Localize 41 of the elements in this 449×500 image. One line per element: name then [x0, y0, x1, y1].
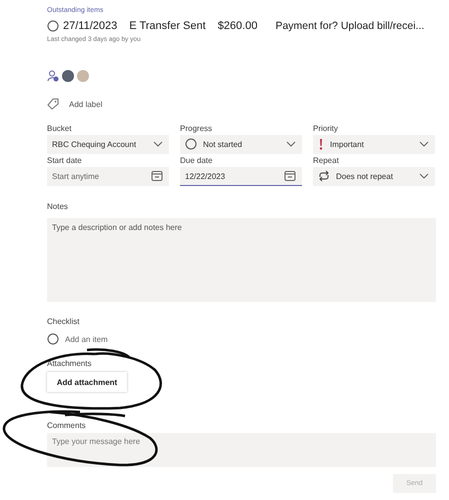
- add-label-button[interactable]: Add label: [47, 98, 107, 110]
- section-label: Notes: [47, 201, 69, 212]
- dropdown[interactable]: Important: [313, 135, 435, 154]
- section-label: Attachments: [47, 358, 92, 369]
- dropdown[interactable]: Not started: [180, 135, 302, 154]
- task-title-text: E Transfer Sent: [129, 20, 206, 32]
- assign-people-icon: [47, 70, 59, 82]
- chevron-down-icon: [419, 141, 429, 147]
- field-label: Repeat: [313, 156, 340, 167]
- task-title-text: 27/11/2023: [63, 20, 118, 32]
- ink-stroke: [64, 412, 126, 418]
- dropdown[interactable]: Does not repeat: [313, 167, 435, 186]
- avatar-placeholder[interactable]: [62, 70, 74, 82]
- task-complete-circle[interactable]: [47, 20, 59, 32]
- field-label: Bucket: [47, 124, 72, 135]
- task-title-text: Payment for? Upload bill/recei...: [275, 20, 424, 32]
- date-field[interactable]: 12/22/2023: [180, 167, 302, 186]
- calendar-icon: [151, 170, 163, 182]
- comment-field[interactable]: Type your message here: [47, 433, 436, 467]
- field-label: Progress: [180, 124, 214, 135]
- repeat-icon: [318, 170, 330, 182]
- chevron-down-icon: [286, 141, 296, 147]
- dropdown[interactable]: RBC Chequing Account: [47, 135, 169, 154]
- add-checklist-item-field[interactable]: Add an item: [47, 333, 127, 345]
- chevron-down-icon: [419, 173, 429, 179]
- task-title-text: $260.00: [218, 20, 258, 32]
- date-field[interactable]: Start anytime: [47, 167, 169, 186]
- field-label: Priority: [313, 124, 339, 135]
- section-label: Checklist: [47, 316, 80, 327]
- exclamation-icon: [318, 138, 324, 150]
- field-label: Due date: [180, 156, 214, 167]
- circle-icon: [185, 138, 197, 150]
- circle-icon: [47, 333, 59, 345]
- notes-field[interactable]: Type a description or add notes here: [47, 218, 436, 302]
- add-attachment-button[interactable]: Add attachment: [47, 372, 127, 392]
- field-label: Start date: [47, 156, 83, 167]
- tag-icon: [47, 98, 59, 110]
- ink-stroke: [86, 348, 131, 359]
- section-label: Comments: [47, 420, 87, 431]
- chevron-down-icon: [153, 141, 163, 147]
- calendar-icon: [284, 170, 296, 182]
